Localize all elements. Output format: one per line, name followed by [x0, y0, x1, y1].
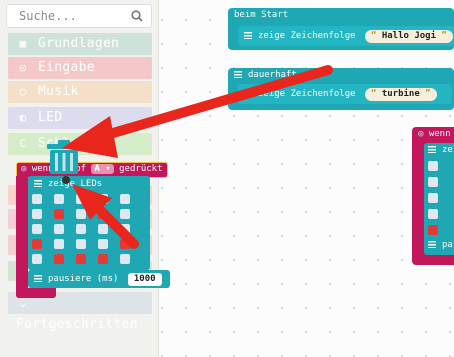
led-cell[interactable] [32, 209, 42, 219]
loop-icon: C [19, 137, 27, 150]
search-input[interactable]: Suche... [19, 9, 77, 23]
grid-icon [244, 90, 252, 97]
search-box[interactable]: Suche... [6, 4, 152, 28]
led-cell[interactable] [32, 239, 42, 249]
right-event-label: ◎ wenn [418, 129, 451, 139]
category-label: Musik [38, 84, 79, 99]
category-musik[interactable]: ◯ Musik [8, 81, 152, 103]
show-leds-block-partial[interactable]: ze pa [424, 143, 454, 255]
category-label: Grundlagen [38, 36, 120, 51]
led-cell[interactable] [54, 194, 64, 204]
grid-icon [34, 275, 42, 282]
grid-icon [428, 241, 436, 248]
led-cell[interactable] [98, 194, 108, 204]
led-cell[interactable] [76, 209, 86, 219]
event-footer [16, 288, 56, 298]
on-start-block[interactable]: beim Start zeige Zeichenfolge “ Hallo Jo… [228, 8, 454, 50]
pause-block[interactable]: pausiere (ms) 1000 [28, 270, 170, 288]
led-cell[interactable] [120, 239, 130, 249]
target-icon: ◎ [21, 164, 27, 174]
trash-icon[interactable] [44, 139, 84, 175]
event-suffix: gedrückt [119, 164, 163, 174]
led-cell[interactable] [76, 239, 86, 249]
on-button-pressed-block[interactable]: ◎ wenn Knopf A ▾ gedrückt zeige LEDs pau… [16, 162, 170, 298]
event-body-rail [16, 176, 28, 298]
led-cell[interactable] [76, 194, 86, 204]
led-cell[interactable] [428, 225, 438, 235]
show-leds-label: zeige LEDs [48, 179, 103, 189]
led-cell[interactable] [120, 209, 130, 219]
led-cell[interactable] [32, 254, 42, 264]
show-string-label: zeige Zeichenfolge [258, 31, 356, 41]
led-cell[interactable] [32, 194, 42, 204]
category-grundlagen[interactable]: ▦ Grundlagen [8, 33, 152, 55]
led-cell[interactable] [76, 224, 86, 234]
led-cell[interactable] [428, 161, 438, 171]
grid-icon [428, 146, 436, 153]
forever-block[interactable]: dauerhaft zeige Zeichenfolge “ turbine ” [228, 68, 454, 110]
category-led[interactable]: ◐ LED [8, 107, 152, 129]
grid-icon [244, 32, 252, 39]
led-cell[interactable] [120, 224, 130, 234]
led-cell[interactable] [98, 224, 108, 234]
pause-value-input[interactable]: 1000 [127, 273, 162, 286]
led-cell[interactable] [54, 209, 64, 219]
led-cell[interactable] [120, 254, 130, 264]
led-grid[interactable] [32, 194, 142, 270]
forever-label: dauerhaft [234, 70, 297, 80]
right-event-block[interactable]: ◎ wenn ze pa [412, 127, 454, 265]
led-cell[interactable] [32, 224, 42, 234]
headphones-icon: ◯ [19, 85, 27, 98]
string-value[interactable]: “ Hallo Jogi ” [364, 30, 453, 43]
category-eingabe[interactable]: ◎ Eingabe [8, 57, 152, 79]
show-string-block[interactable]: zeige Zeichenfolge “ Hallo Jogi ” [238, 26, 454, 46]
led-cell[interactable] [428, 193, 438, 203]
show-string-label: zeige Zeichenfolge [258, 89, 356, 99]
led-cell[interactable] [428, 209, 438, 219]
led-cell[interactable] [428, 177, 438, 187]
toggle-icon: ◐ [19, 111, 27, 124]
on-start-label: beim Start [234, 10, 289, 20]
led-cell[interactable] [98, 209, 108, 219]
led-cell[interactable] [120, 194, 130, 204]
show-leds-block[interactable]: zeige LEDs [28, 176, 150, 270]
led-cell[interactable] [98, 254, 108, 264]
grid-icon [234, 71, 242, 78]
led-cell[interactable] [54, 239, 64, 249]
category-label: Eingabe [38, 60, 95, 75]
button-dropdown[interactable]: A ▾ [91, 164, 114, 174]
pause-label: pausiere (ms) [48, 274, 119, 284]
show-string-block[interactable]: zeige Zeichenfolge “ turbine ” [238, 84, 452, 104]
string-value[interactable]: “ turbine ” [364, 88, 437, 101]
search-icon[interactable] [131, 10, 143, 22]
grid-icon [34, 180, 42, 187]
category-label: LED [38, 110, 63, 125]
led-cell[interactable] [54, 224, 64, 234]
led-cell[interactable] [98, 239, 108, 249]
category-label: Fortgeschritten [16, 317, 138, 332]
target-icon: ◎ [19, 61, 27, 74]
grid-icon: ▦ [19, 37, 27, 50]
led-cell[interactable] [54, 254, 64, 264]
led-cell[interactable] [76, 254, 86, 264]
